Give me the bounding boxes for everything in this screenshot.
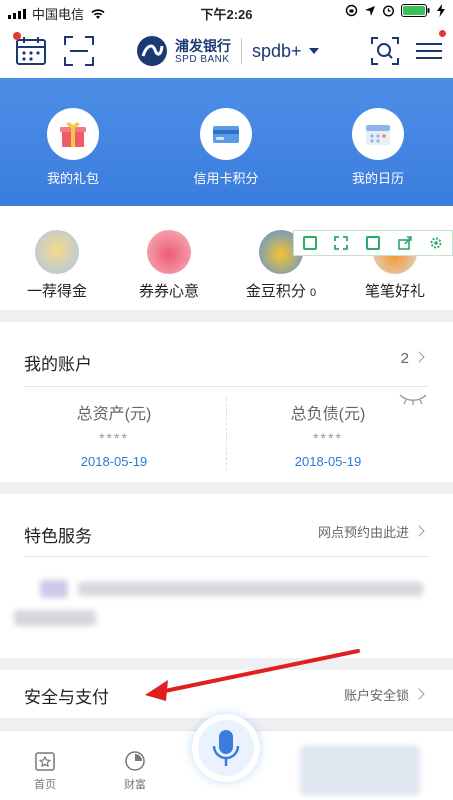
total-liabilities-label: 总负债(元): [290, 406, 366, 423]
blurred-text-line: [14, 610, 96, 626]
feature-credit-points-label: 信用卡积分: [193, 171, 259, 186]
branch-appointment-link[interactable]: 网点预约由此进: [317, 522, 425, 541]
promo-coupon[interactable]: 券券心意: [114, 230, 224, 301]
account-split: [226, 398, 227, 470]
security-title: 安全与支付: [24, 688, 109, 707]
promo-gift-per-txn-label: 笔笔好礼: [364, 283, 425, 300]
account-count: 2: [400, 350, 409, 367]
total-liabilities[interactable]: 总负债(元) **** 2018-05-19: [228, 400, 428, 469]
gift-icon: [60, 122, 86, 147]
app-header: 浦发银行 SPD BANK spdb+: [0, 24, 453, 78]
notification-dot: [13, 32, 21, 40]
floating-toolbox: [293, 230, 453, 256]
wealth-icon: [125, 751, 145, 771]
feature-credit-points[interactable]: 信用卡积分: [176, 108, 276, 187]
feature-calendar[interactable]: 我的日历: [328, 108, 428, 187]
blurred-icon: [40, 580, 68, 598]
chevron-right-icon: [413, 688, 425, 700]
promo-referral[interactable]: 一荐得金: [2, 230, 112, 301]
status-bar: 中国电信 下午2:26: [0, 0, 453, 24]
special-services-card: 特色服务 网点预约由此进: [0, 494, 453, 658]
total-assets-value: ****: [99, 430, 129, 446]
orientation-lock-icon: [345, 4, 358, 17]
account-divider: [24, 386, 429, 387]
bank-logo: 浦发银行 SPD BANK spdb+: [135, 34, 320, 68]
credit-card-icon: [213, 126, 239, 143]
promo-gold-bean-label: 金豆积分: [245, 283, 306, 300]
tab-home-label: 首页: [34, 779, 56, 791]
tab-wealth-label: 财富: [124, 779, 146, 791]
account-card[interactable]: 我的账户 2 总资产(元) **** 2018-05-19 总负债(元) ***…: [0, 322, 453, 482]
total-liabilities-date: 2018-05-19: [294, 454, 362, 469]
charging-icon: [437, 4, 445, 17]
feature-gift[interactable]: 我的礼包: [23, 108, 123, 187]
total-assets[interactable]: 总资产(元) **** 2018-05-19: [14, 400, 214, 469]
search-icon[interactable]: [368, 34, 402, 68]
feature-gift-label: 我的礼包: [46, 171, 99, 186]
promo-row: 一荐得金 券券心意 金豆积分 0 笔笔好礼: [0, 206, 453, 310]
quick-features-banner: 我的礼包 信用卡积分 我的日历: [0, 78, 453, 206]
total-assets-label: 总资产(元): [76, 406, 152, 423]
security-payment-row[interactable]: 安全与支付 账户安全锁: [0, 670, 453, 718]
branch-appointment-label: 网点预约由此进: [317, 525, 409, 540]
tab-home[interactable]: 首页: [15, 749, 75, 792]
account-count-link[interactable]: 2: [400, 350, 425, 367]
special-title: 特色服务: [24, 527, 92, 546]
blurred-tabs: [300, 745, 420, 795]
blurred-text-line: [78, 582, 423, 596]
bank-name-cn: 浦发银行: [175, 37, 231, 54]
copy-icon[interactable]: [302, 236, 317, 250]
heart-icon: [147, 230, 191, 274]
chevron-right-icon: [413, 351, 425, 363]
feature-calendar-label: 我的日历: [351, 171, 404, 186]
account-lock-link[interactable]: 账户安全锁: [343, 685, 425, 704]
tab-wealth[interactable]: 财富: [105, 749, 165, 792]
promo-referral-label: 一荐得金: [26, 283, 87, 300]
special-divider: [24, 556, 429, 557]
share-icon[interactable]: [397, 236, 412, 250]
voice-assistant-button[interactable]: [192, 714, 260, 782]
chevron-right-icon: [413, 525, 425, 537]
coin-bowl-icon: [35, 230, 79, 274]
microphone-icon: [212, 730, 240, 766]
expand-icon[interactable]: [334, 236, 349, 250]
calendar-icon: [366, 125, 390, 145]
alarm-icon: [382, 5, 395, 17]
logo-divider: [241, 38, 242, 64]
chevron-down-icon[interactable]: [308, 45, 320, 57]
menu-notification-dot: [439, 30, 446, 37]
account-title: 我的账户: [24, 355, 92, 374]
account-lock-label: 账户安全锁: [343, 688, 409, 703]
battery-icon: [401, 4, 430, 17]
total-assets-date: 2018-05-19: [80, 454, 148, 469]
menu-icon[interactable]: [412, 34, 446, 68]
home-star-icon: [35, 752, 55, 771]
total-liabilities-value: ****: [313, 430, 343, 446]
promo-coupon-label: 券券心意: [138, 283, 199, 300]
gold-bean-count: 0: [310, 287, 317, 299]
save-icon[interactable]: [365, 236, 380, 250]
bank-name-en: SPD BANK: [175, 53, 230, 65]
settings-gear-icon[interactable]: [429, 236, 443, 250]
location-icon: [365, 5, 375, 16]
app-brand: spdb+: [252, 40, 302, 61]
scan-icon[interactable]: [62, 34, 96, 68]
spdb-logo-mark-icon: [137, 36, 167, 66]
